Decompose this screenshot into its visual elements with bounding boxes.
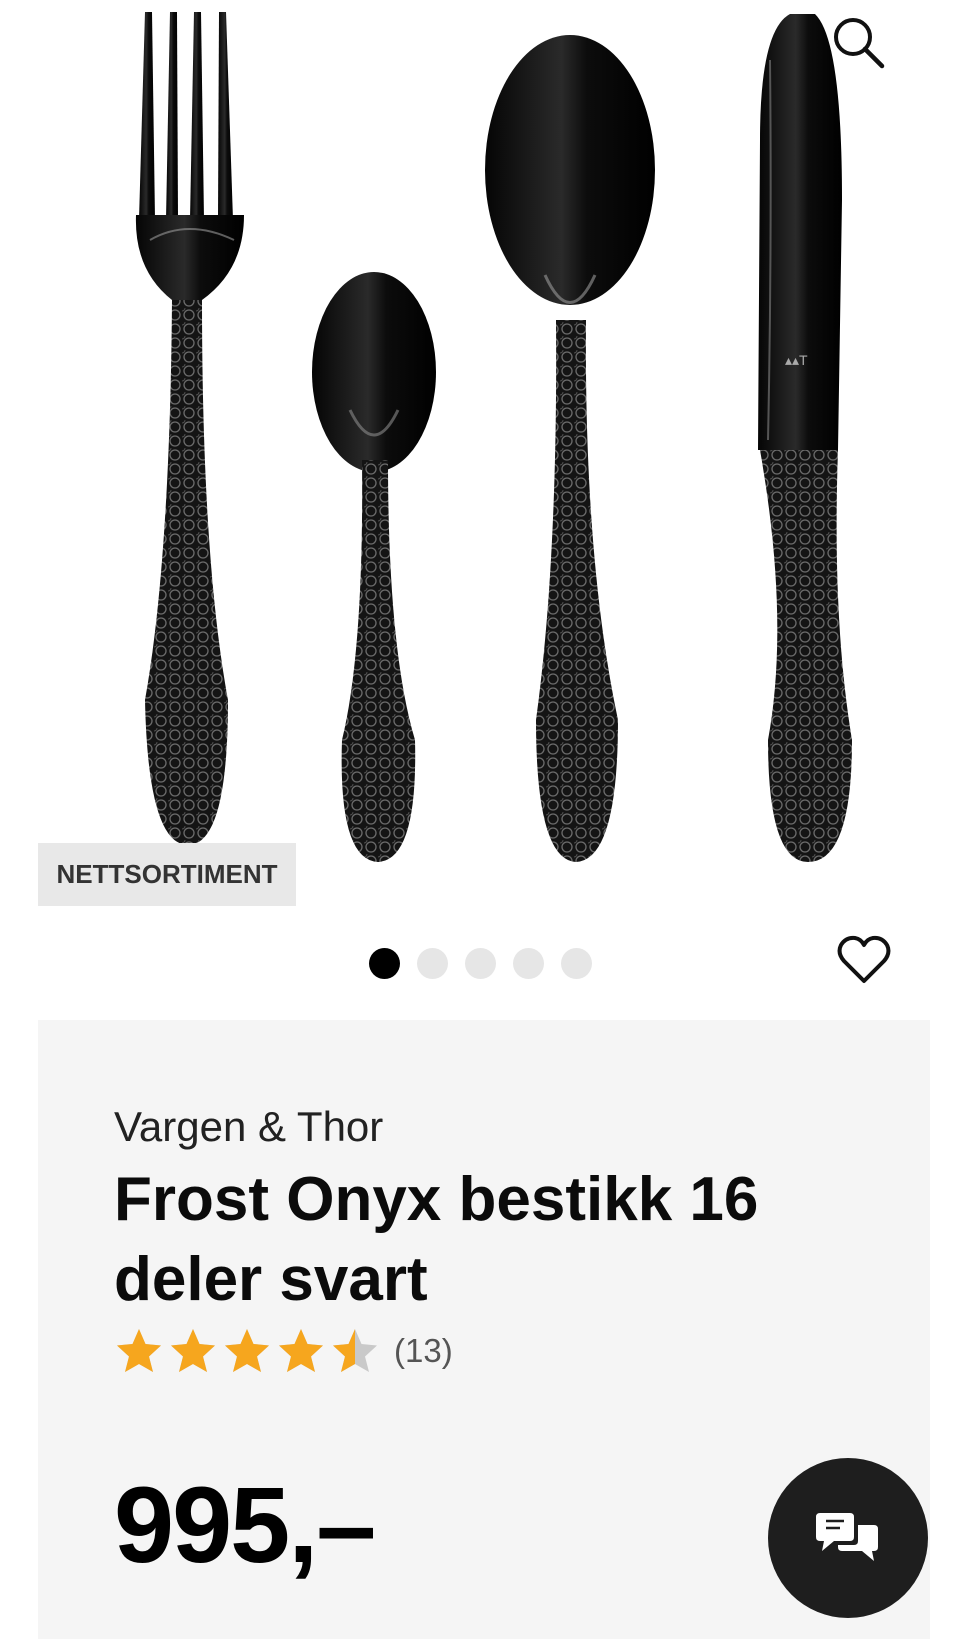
rating-count: (13) <box>394 1332 453 1369</box>
product-image-gallery[interactable]: ▴▴T NETTSORTIMENT <box>0 0 960 1000</box>
pagination-dot[interactable] <box>513 948 544 979</box>
pagination-dot[interactable] <box>417 948 448 979</box>
product-badge: NETTSORTIMENT <box>38 843 296 906</box>
chat-button[interactable] <box>768 1458 928 1618</box>
knife-image: ▴▴T <box>758 14 852 862</box>
star-icon <box>333 1329 377 1372</box>
search-button[interactable] <box>828 12 898 82</box>
fork-image <box>135 12 244 845</box>
chat-icon <box>816 1513 878 1561</box>
star-icon <box>225 1329 269 1372</box>
svg-text:▴▴T: ▴▴T <box>785 352 808 368</box>
product-title: Frost Onyx bestikk 16 deler svart <box>114 1165 759 1314</box>
pagination-dot[interactable] <box>561 948 592 979</box>
product-rating[interactable]: (13) <box>114 1327 453 1375</box>
pagination-dot[interactable] <box>465 948 496 979</box>
image-pagination <box>369 948 592 979</box>
heart-icon <box>837 935 891 983</box>
star-icon <box>117 1329 161 1372</box>
product-price: 995,– <box>114 1464 376 1585</box>
search-icon <box>834 18 885 69</box>
product-brand[interactable]: Vargen & Thor <box>114 1103 383 1151</box>
product-image: ▴▴T <box>135 12 852 862</box>
star-icon <box>171 1329 215 1372</box>
pagination-dot[interactable] <box>369 948 400 979</box>
star-icon <box>279 1329 323 1372</box>
teaspoon-image <box>312 272 436 862</box>
rating-stars <box>114 1327 380 1375</box>
favorite-button[interactable] <box>836 934 896 990</box>
tablespoon-image <box>485 35 655 862</box>
